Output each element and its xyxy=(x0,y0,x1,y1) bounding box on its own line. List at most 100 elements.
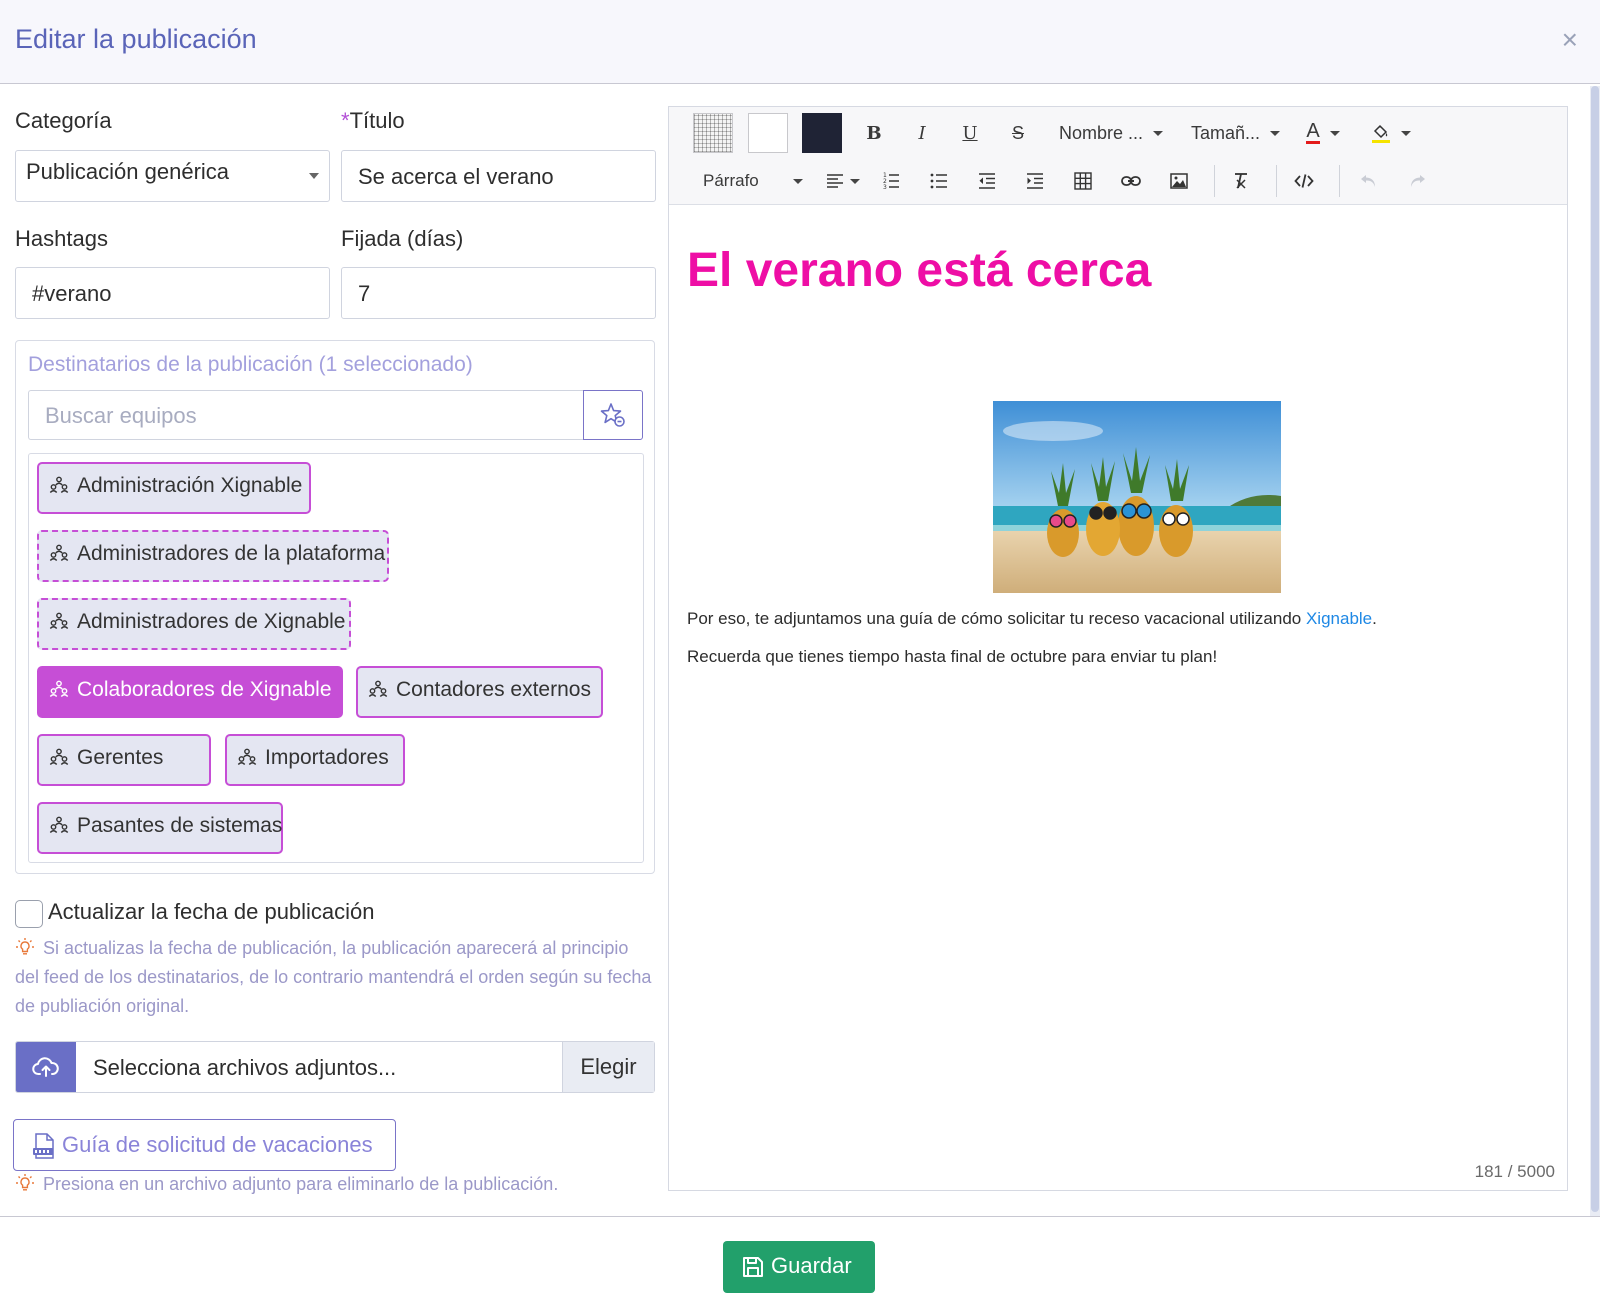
category-select[interactable]: Publicación genérica xyxy=(15,150,330,202)
italic-button[interactable]: I xyxy=(902,115,942,151)
character-counter: 181 / 5000 xyxy=(1474,1162,1555,1181)
pinned-days-input[interactable]: 7 xyxy=(341,267,656,319)
chevron-down-icon xyxy=(1153,130,1164,136)
post-paragraph-1-text: Por eso, te adjuntamos una guía de cómo … xyxy=(687,609,1306,628)
text-color-button[interactable]: A xyxy=(1297,115,1349,151)
hashtags-input[interactable]: #verano xyxy=(15,267,330,319)
lightbulb-icon xyxy=(16,1174,34,1191)
team-chip[interactable]: Gerentes xyxy=(37,734,211,786)
team-icon xyxy=(49,680,69,697)
cloud-upload-icon xyxy=(32,1057,59,1077)
post-heading: El verano está cerca xyxy=(687,244,1152,297)
bullet-list-icon xyxy=(930,173,947,189)
clear-format-button[interactable] xyxy=(1221,163,1261,199)
team-chip[interactable]: Administración Xignable xyxy=(37,462,311,514)
table-style-swatch[interactable] xyxy=(693,113,733,153)
team-chip[interactable]: Administradores de Xignable xyxy=(37,598,351,650)
undo-icon xyxy=(1361,175,1375,187)
lightbulb-icon xyxy=(16,938,34,955)
text-color-icon: A xyxy=(1306,120,1320,144)
upload-button[interactable] xyxy=(16,1042,76,1092)
team-chip[interactable]: Contadores externos xyxy=(356,666,603,718)
pinned-days-label: Fijada (días) xyxy=(341,226,464,251)
attachment-file-button[interactable]: Guía de solicitud de vacaciones xyxy=(13,1119,396,1171)
chevron-down-icon xyxy=(1329,130,1340,136)
insert-table-button[interactable] xyxy=(1063,163,1103,199)
indent-button[interactable] xyxy=(1015,163,1055,199)
docx-file-icon xyxy=(33,1133,54,1159)
team-chip[interactable]: Administradores de la plataforma xyxy=(37,530,389,582)
chevron-down-icon xyxy=(850,178,860,184)
attachment-picker[interactable]: Selecciona archivos adjuntos... Elegir xyxy=(15,1041,655,1093)
highlight-color-button[interactable] xyxy=(1361,115,1421,151)
paragraph-format-dropdown[interactable]: Párrafo xyxy=(691,163,811,199)
team-icon xyxy=(368,680,388,697)
attachment-file-name: Guía de solicitud de vacaciones xyxy=(62,1132,373,1157)
team-search-input[interactable]: Buscar equipos xyxy=(28,390,583,440)
required-mark: * xyxy=(341,108,350,133)
background-color-swatch[interactable] xyxy=(748,113,788,153)
insert-image-button[interactable] xyxy=(1159,163,1199,199)
update-date-hint-text: Si actualizas la fecha de publicación, l… xyxy=(15,938,652,1016)
save-icon xyxy=(743,1257,763,1277)
scrollbar[interactable] xyxy=(1590,86,1600,1216)
team-chip-label: Gerentes xyxy=(77,746,164,769)
pineapples-beach-image xyxy=(993,401,1281,593)
team-chip[interactable]: Pasantes de sistemas xyxy=(37,802,283,854)
attachment-hint: Presiona en un archivo adjunto para elim… xyxy=(15,1170,655,1199)
redo-button[interactable] xyxy=(1397,163,1437,199)
team-icon xyxy=(49,612,69,629)
strikethrough-button[interactable]: S xyxy=(998,115,1038,151)
table-icon xyxy=(1074,172,1092,190)
undo-button[interactable] xyxy=(1349,163,1389,199)
team-icon xyxy=(49,544,69,561)
team-chip-selected[interactable]: Colaboradores de Xignable xyxy=(37,666,343,718)
outdent-button[interactable] xyxy=(967,163,1007,199)
team-chip[interactable]: Importadores xyxy=(225,734,405,786)
font-name-dropdown[interactable]: Nombre ... xyxy=(1049,115,1174,151)
team-icon xyxy=(49,476,69,493)
team-icon xyxy=(49,748,69,765)
attachment-hint-text: Presiona en un archivo adjunto para elim… xyxy=(43,1174,559,1194)
source-code-button[interactable] xyxy=(1284,163,1324,199)
redo-icon xyxy=(1411,175,1425,187)
title-input[interactable]: Se acerca el verano xyxy=(341,150,656,202)
indent-icon xyxy=(1027,173,1043,189)
insert-link-button[interactable] xyxy=(1111,163,1151,199)
post-paragraph-1: Por eso, te adjuntamos una guía de cómo … xyxy=(687,609,1377,629)
update-date-label[interactable]: Actualizar la fecha de publicación xyxy=(48,899,375,925)
team-chip-label: Administración Xignable xyxy=(77,474,303,497)
close-icon[interactable]: × xyxy=(1562,26,1578,54)
ordered-list-button[interactable]: 123 xyxy=(871,163,911,199)
text-color-swatch[interactable] xyxy=(802,113,842,153)
recipients-panel: Destinatarios de la publicación (1 selec… xyxy=(15,340,655,874)
save-button[interactable]: Guardar xyxy=(723,1241,875,1293)
align-dropdown[interactable] xyxy=(819,163,867,199)
team-chip-label: Administradores de la plataforma xyxy=(77,542,386,565)
choose-files-button[interactable]: Elegir xyxy=(562,1042,654,1092)
xignable-link[interactable]: Xignable xyxy=(1306,609,1372,628)
bullet-list-button[interactable] xyxy=(919,163,959,199)
bold-button[interactable]: B xyxy=(854,115,894,151)
underline-button[interactable]: U xyxy=(950,115,990,151)
chevron-down-icon xyxy=(1401,130,1411,136)
team-icon xyxy=(49,816,69,833)
star-settings-icon xyxy=(600,403,625,427)
post-paragraph-2: Recuerda que tienes tiempo hasta final d… xyxy=(687,647,1218,666)
scrollbar-thumb[interactable] xyxy=(1591,86,1599,1212)
font-size-dropdown[interactable]: Tamañ... xyxy=(1179,115,1289,151)
link-icon xyxy=(1121,176,1141,186)
font-name-value: Nombre ... xyxy=(1059,122,1144,143)
team-chip-label: Pasantes de sistemas xyxy=(77,814,283,837)
update-date-checkbox[interactable] xyxy=(15,900,43,928)
modal-header: Editar la publicación × xyxy=(0,0,1600,84)
team-chip-label: Colaboradores de Xignable xyxy=(77,678,332,701)
post-image xyxy=(993,401,1281,593)
title-label: *Título xyxy=(341,108,405,134)
title-label-text: Título xyxy=(349,108,405,133)
favorites-button[interactable] xyxy=(583,390,643,440)
team-chip-label: Administradores de Xignable xyxy=(77,610,346,633)
align-left-icon xyxy=(827,174,843,188)
font-size-value: Tamañ... xyxy=(1191,122,1261,143)
toolbar-separator xyxy=(1214,165,1215,197)
